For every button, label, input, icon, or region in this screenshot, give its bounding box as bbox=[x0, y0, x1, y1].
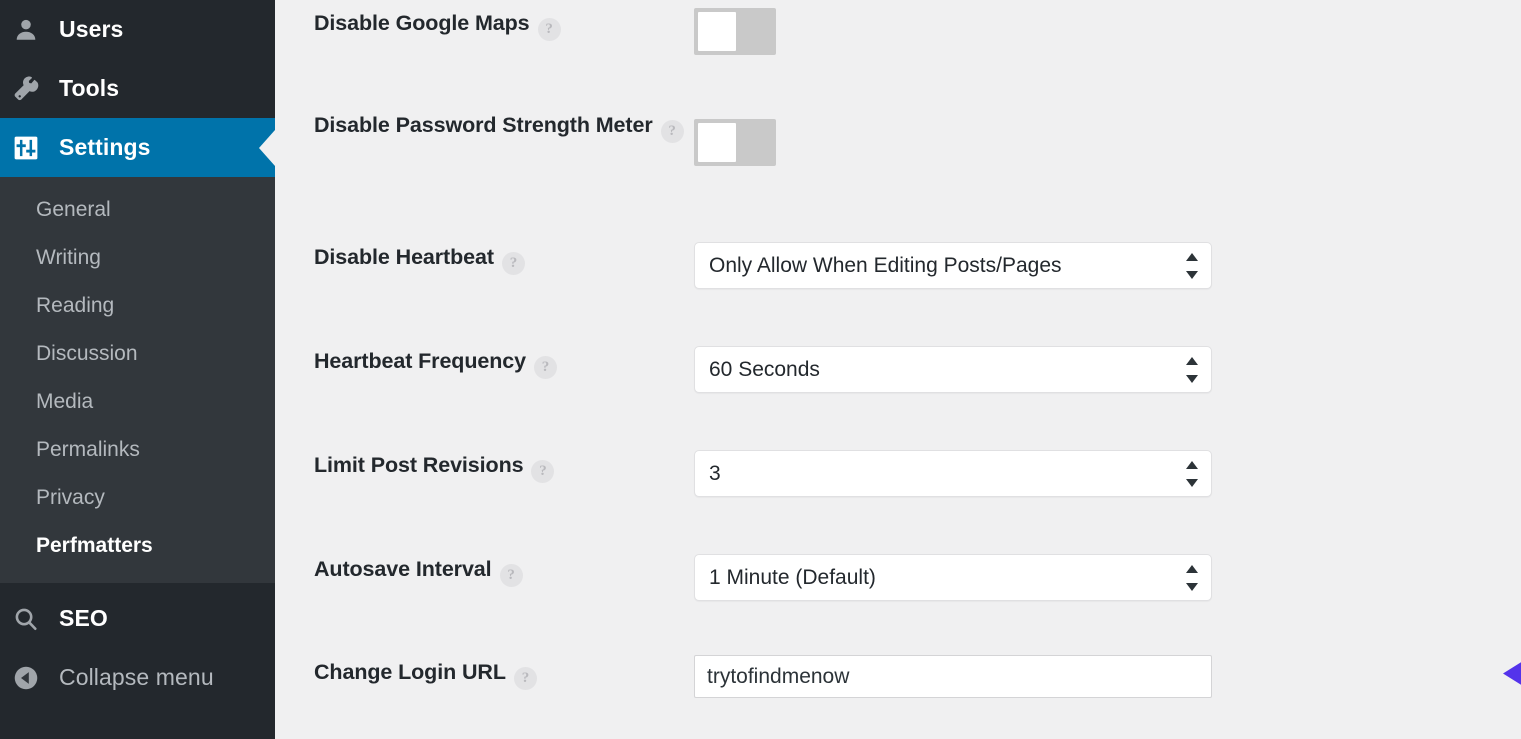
help-icon[interactable]: ? bbox=[533, 356, 557, 379]
settings-sliders-icon bbox=[13, 135, 53, 161]
select-value: Only Allow When Editing Posts/Pages bbox=[709, 253, 1062, 277]
sidebar-item-label: SEO bbox=[59, 605, 108, 631]
select-autosave-interval[interactable]: 1 Minute (Default) bbox=[694, 554, 1212, 601]
setting-row-disable-google-maps: Disable Google Maps? bbox=[314, 8, 1494, 55]
help-icon[interactable]: ? bbox=[499, 564, 523, 587]
setting-label: Heartbeat Frequency? bbox=[314, 346, 694, 379]
chevron-updown-icon bbox=[1186, 356, 1198, 383]
sidebar-item-media[interactable]: Media bbox=[0, 378, 275, 426]
current-menu-pointer bbox=[259, 129, 275, 166]
sidebar-item-label: Tools bbox=[59, 75, 120, 101]
toggle-knob bbox=[698, 12, 736, 51]
select-heartbeat-frequency[interactable]: 60 Seconds bbox=[694, 346, 1212, 393]
sidebar-item-general[interactable]: General bbox=[0, 186, 275, 234]
help-icon[interactable]: ? bbox=[531, 460, 555, 483]
setting-label-text: Disable Google Maps bbox=[314, 11, 530, 35]
toggle-disable-password-strength-meter[interactable] bbox=[694, 119, 776, 166]
chevron-updown-icon bbox=[1186, 252, 1198, 279]
setting-control bbox=[694, 8, 1494, 55]
sidebar-item-settings[interactable]: Settings bbox=[0, 118, 275, 177]
sidebar-item-collapse-menu[interactable]: Collapse menu bbox=[0, 648, 275, 707]
select-limit-post-revisions[interactable]: 3 bbox=[694, 450, 1212, 497]
setting-label: Disable Heartbeat? bbox=[314, 242, 694, 275]
settings-content-panel: Disable Google Maps? Disable Password St… bbox=[275, 0, 1521, 739]
setting-label-text: Disable Password Strength Meter bbox=[314, 113, 653, 137]
sidebar-bottom-section: SEO Collapse menu bbox=[0, 583, 275, 707]
setting-label: Limit Post Revisions? bbox=[314, 450, 694, 483]
chevron-updown-icon bbox=[1186, 564, 1198, 591]
sidebar-item-label: Users bbox=[59, 16, 124, 42]
chevron-updown-icon bbox=[1186, 460, 1198, 487]
setting-label-text: Heartbeat Frequency bbox=[314, 349, 526, 373]
setting-row-change-login-url: Change Login URL? trytofindmenow bbox=[314, 655, 1494, 698]
select-value: 60 Seconds bbox=[709, 357, 820, 381]
sidebar-item-discussion[interactable]: Discussion bbox=[0, 330, 275, 378]
sidebar-item-perfmatters[interactable]: Perfmatters bbox=[0, 522, 275, 570]
search-icon bbox=[13, 606, 53, 632]
toggle-knob bbox=[698, 123, 736, 162]
setting-control: 3 bbox=[694, 450, 1494, 497]
settings-submenu: General Writing Reading Discussion Media… bbox=[0, 177, 275, 583]
setting-control: trytofindmenow bbox=[694, 655, 1494, 698]
setting-label-text: Limit Post Revisions bbox=[314, 453, 524, 477]
annotation-arrow-left-icon bbox=[1503, 662, 1521, 685]
help-icon[interactable]: ? bbox=[537, 18, 561, 41]
sidebar-item-label: Collapse menu bbox=[59, 664, 214, 690]
sidebar-item-privacy[interactable]: Privacy bbox=[0, 474, 275, 522]
setting-control bbox=[694, 110, 1494, 166]
help-icon[interactable]: ? bbox=[660, 120, 684, 143]
setting-label: Disable Google Maps? bbox=[314, 8, 694, 41]
sidebar-item-seo[interactable]: SEO bbox=[0, 589, 275, 648]
wrench-icon bbox=[13, 76, 53, 102]
sidebar-item-users[interactable]: Users bbox=[0, 0, 275, 59]
select-disable-heartbeat[interactable]: Only Allow When Editing Posts/Pages bbox=[694, 242, 1212, 289]
input-change-login-url[interactable]: trytofindmenow bbox=[694, 655, 1212, 698]
setting-label-text: Change Login URL bbox=[314, 660, 506, 684]
setting-control: 60 Seconds bbox=[694, 346, 1494, 393]
setting-row-heartbeat-frequency: Heartbeat Frequency? 60 Seconds bbox=[314, 346, 1494, 393]
sidebar-item-tools[interactable]: Tools bbox=[0, 59, 275, 118]
admin-sidebar: Users Tools Settings General Writing Rea… bbox=[0, 0, 275, 739]
setting-control: 1 Minute (Default) bbox=[694, 554, 1494, 601]
setting-row-limit-post-revisions: Limit Post Revisions? 3 bbox=[314, 450, 1494, 497]
sidebar-item-permalinks[interactable]: Permalinks bbox=[0, 426, 275, 474]
collapse-left-icon bbox=[13, 665, 53, 691]
setting-control: Only Allow When Editing Posts/Pages bbox=[694, 242, 1494, 289]
sidebar-item-reading[interactable]: Reading bbox=[0, 282, 275, 330]
sidebar-item-writing[interactable]: Writing bbox=[0, 234, 275, 282]
setting-row-autosave-interval: Autosave Interval? 1 Minute (Default) bbox=[314, 554, 1494, 601]
help-icon[interactable]: ? bbox=[513, 667, 537, 690]
setting-row-disable-heartbeat: Disable Heartbeat? Only Allow When Editi… bbox=[314, 242, 1494, 289]
input-value: trytofindmenow bbox=[707, 664, 850, 688]
setting-label-text: Autosave Interval bbox=[314, 557, 492, 581]
sidebar-item-label: Settings bbox=[59, 134, 151, 160]
setting-label-text: Disable Heartbeat bbox=[314, 245, 494, 269]
setting-label: Autosave Interval? bbox=[314, 554, 694, 587]
select-value: 3 bbox=[709, 461, 721, 485]
admin-settings-screen: Users Tools Settings General Writing Rea… bbox=[0, 0, 1521, 739]
user-icon bbox=[13, 17, 53, 43]
toggle-disable-google-maps[interactable] bbox=[694, 8, 776, 55]
select-value: 1 Minute (Default) bbox=[709, 565, 876, 589]
setting-label: Change Login URL? bbox=[314, 657, 694, 690]
help-icon[interactable]: ? bbox=[501, 252, 525, 275]
setting-label: Disable Password Strength Meter? bbox=[314, 110, 694, 143]
setting-row-disable-password-strength-meter: Disable Password Strength Meter? bbox=[314, 110, 1494, 166]
